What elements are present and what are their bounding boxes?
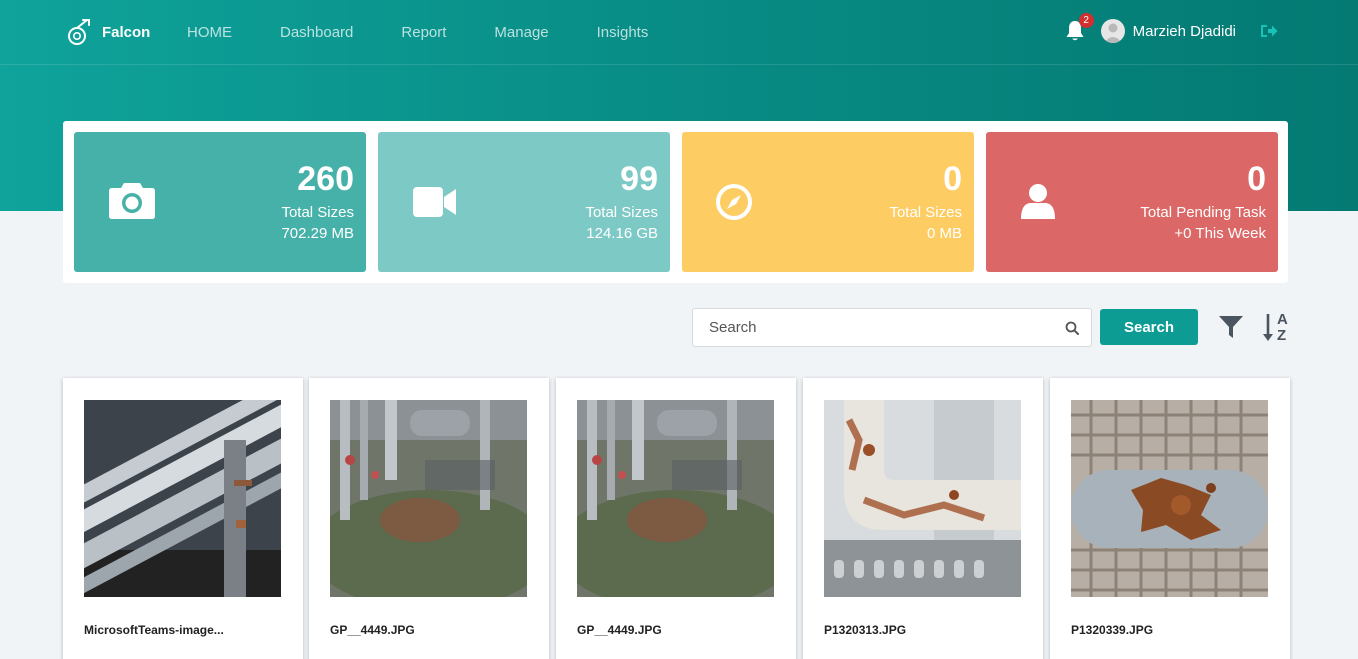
filter-icon — [1219, 316, 1243, 338]
camera-icon — [109, 183, 155, 219]
video-camera-icon — [413, 187, 456, 217]
user-icon — [1021, 184, 1055, 219]
stats-panel: 260 Total Sizes 702.29 MB 99 Total Sizes… — [63, 121, 1288, 283]
user-area: 2 Marzieh Djadidi — [1063, 13, 1278, 46]
nav-dashboard[interactable]: Dashboard — [280, 24, 353, 41]
search-icon[interactable] — [1065, 321, 1079, 335]
main-nav: HOME Dashboard Report Manage Insights — [187, 24, 696, 41]
stat-sub: +0 This Week — [1174, 225, 1266, 242]
image-title: P1320339.JPG — [1071, 623, 1154, 637]
image-card[interactable]: GP__4449.JPG — [556, 378, 796, 659]
nav-manage[interactable]: Manage — [494, 24, 548, 41]
nav-home[interactable]: HOME — [187, 24, 232, 41]
stat-label: Total Pending Task — [1140, 204, 1266, 221]
falcon-logo-icon — [68, 19, 90, 45]
nav-insights[interactable]: Insights — [597, 24, 649, 41]
stat-value: 260 — [297, 160, 354, 198]
navbar: Falcon HOME Dashboard Report Manage Insi… — [0, 0, 1358, 65]
sort-az-button[interactable]: A Z — [1262, 311, 1292, 344]
stat-value: 0 — [943, 160, 962, 198]
image-title: GP__4449.JPG — [330, 623, 415, 637]
image-thumbnail[interactable] — [330, 400, 527, 597]
image-thumbnail[interactable] — [84, 400, 281, 597]
pipes-photo-icon — [84, 400, 281, 597]
plant-photo-icon — [577, 400, 774, 597]
brand-name: Falcon — [102, 23, 151, 41]
notification-badge: 2 — [1078, 13, 1094, 28]
stat-card-compass[interactable]: 0 Total Sizes 0 MB — [682, 132, 974, 272]
image-title: GP__4449.JPG — [577, 623, 662, 637]
compass-icon — [716, 184, 752, 220]
logout-button[interactable] — [1260, 23, 1278, 39]
image-thumbnail[interactable] — [824, 400, 1021, 597]
search-button[interactable]: Search — [1100, 309, 1198, 345]
stat-label: Total Sizes — [889, 204, 962, 221]
brand[interactable]: Falcon — [66, 18, 150, 46]
stat-label: Total Sizes — [281, 204, 354, 221]
sort-letter-z: Z — [1277, 327, 1287, 344]
logout-icon — [1261, 25, 1278, 37]
rusty-pipe-photo-icon — [824, 400, 1021, 597]
image-card[interactable]: GP__4449.JPG — [309, 378, 549, 659]
image-card[interactable]: P1320339.JPG — [1050, 378, 1290, 659]
avatar[interactable] — [1100, 19, 1125, 43]
user-silhouette-icon — [1103, 23, 1122, 43]
image-card[interactable]: MicrosoftTeams-image... — [63, 378, 303, 659]
filter-button[interactable] — [1218, 315, 1244, 344]
search-input[interactable] — [693, 309, 1043, 346]
notifications-button[interactable]: 2 — [1063, 13, 1094, 46]
stat-card-images[interactable]: 260 Total Sizes 702.29 MB — [74, 132, 366, 272]
image-title: MicrosoftTeams-image... — [84, 623, 224, 637]
image-card[interactable]: P1320313.JPG — [803, 378, 1043, 659]
nav-report[interactable]: Report — [401, 24, 446, 41]
image-thumbnail[interactable] — [1071, 400, 1268, 597]
stat-sub: 124.16 GB — [586, 225, 658, 242]
plant-photo-icon — [330, 400, 527, 597]
image-thumbnail[interactable] — [577, 400, 774, 597]
sort-letter-a: A — [1277, 311, 1288, 328]
stat-card-tasks[interactable]: 0 Total Pending Task +0 This Week — [986, 132, 1278, 272]
stat-value: 99 — [620, 160, 658, 198]
stat-sub: 702.29 MB — [281, 225, 354, 242]
user-name[interactable]: Marzieh Djadidi — [1133, 23, 1236, 40]
stat-card-videos[interactable]: 99 Total Sizes 124.16 GB — [378, 132, 670, 272]
search-box — [692, 308, 1092, 347]
stat-label: Total Sizes — [585, 204, 658, 221]
corroded-pipe-photo-icon — [1071, 400, 1268, 597]
stat-value: 0 — [1247, 160, 1266, 198]
image-title: P1320313.JPG — [824, 623, 907, 637]
stat-sub: 0 MB — [926, 225, 962, 242]
